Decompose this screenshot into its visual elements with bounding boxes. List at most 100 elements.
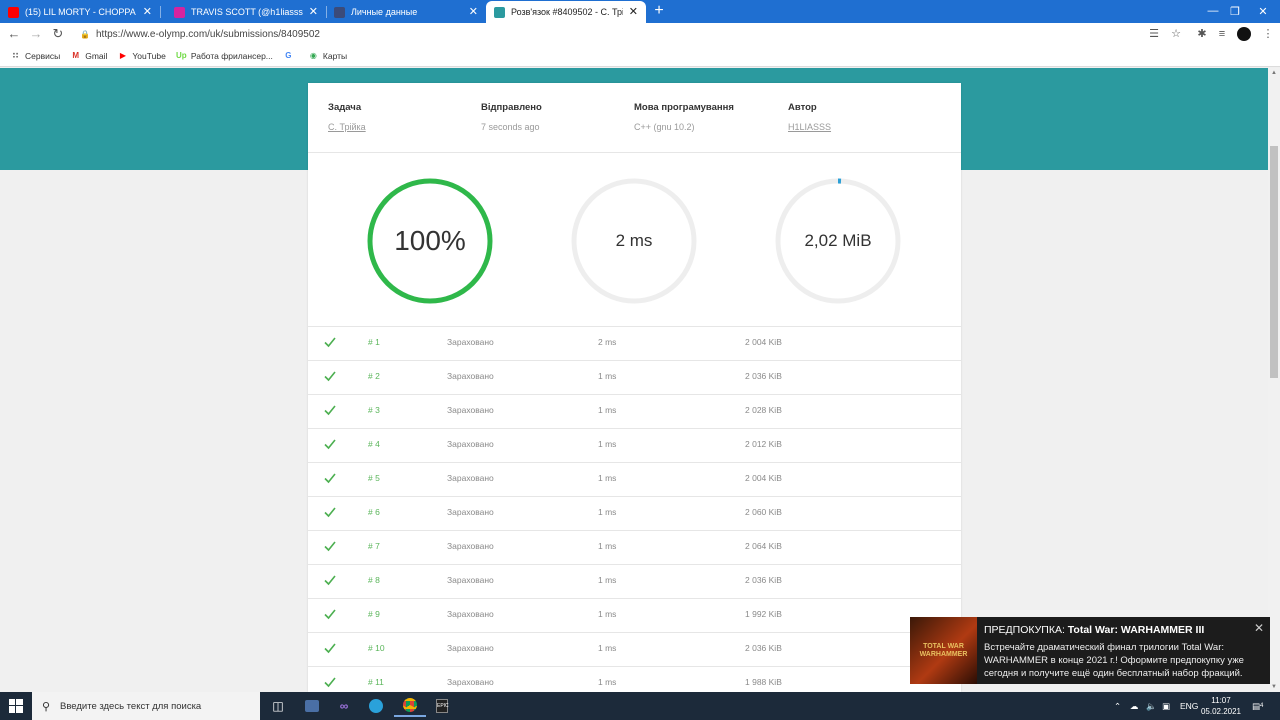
game-art-text: TOTAL WAR WARHAMMER xyxy=(919,642,968,658)
meta-sent-header: Відправлено xyxy=(481,102,542,113)
language-indicator[interactable]: ENG xyxy=(1180,692,1198,720)
test-time: 1 ms xyxy=(598,609,617,619)
test-number[interactable]: # 10 xyxy=(368,643,408,653)
meta-problem: Задача С. Трійка xyxy=(328,102,366,132)
test-number[interactable]: # 8 xyxy=(368,575,408,585)
game-art-image: TOTAL WAR WARHAMMER xyxy=(910,617,977,684)
test-memory: 2 012 KiB xyxy=(745,439,782,449)
extensions-icon[interactable]: ✱ xyxy=(1194,26,1210,42)
test-row: # 6 Зараховано 1 ms 2 060 KiB xyxy=(308,497,961,531)
bookmark-item[interactable]: Up Работа фрилансер... xyxy=(176,50,273,61)
test-status: Зараховано xyxy=(447,575,494,585)
test-status: Зараховано xyxy=(447,473,494,483)
scroll-up-icon[interactable]: ▲ xyxy=(1268,68,1280,78)
test-memory: 2 064 KiB xyxy=(745,541,782,551)
test-row: # 10 Зараховано 1 ms 2 036 KiB xyxy=(308,633,961,667)
maps-icon: ◉ xyxy=(309,51,317,60)
profile-avatar[interactable] xyxy=(1237,27,1251,41)
cloud-icon[interactable]: ☁ xyxy=(1130,692,1139,720)
test-number[interactable]: # 6 xyxy=(368,507,408,517)
language-value: C++ (gnu 10.2) xyxy=(634,122,695,132)
taskbar-search[interactable]: ⚲ Введите здесь текст для поиска xyxy=(32,692,260,720)
check-icon xyxy=(324,337,336,348)
task-view-icon[interactable]: ◫ xyxy=(262,695,294,717)
bookmark-item[interactable]: ∷ Сервисы xyxy=(10,50,61,61)
test-row: # 3 Зараховано 1 ms 2 028 KiB xyxy=(308,395,961,429)
test-number[interactable]: # 5 xyxy=(368,473,408,483)
test-number[interactable]: # 4 xyxy=(368,439,408,449)
chrome-taskbar-icon[interactable] xyxy=(394,695,426,717)
menu-dots-icon[interactable]: ⋮ xyxy=(1260,26,1276,42)
test-time: 1 ms xyxy=(598,439,617,449)
test-row: # 4 Зараховано 1 ms 2 012 KiB xyxy=(308,429,961,463)
volume-icon[interactable]: 🔈 xyxy=(1146,692,1157,720)
test-number[interactable]: # 7 xyxy=(368,541,408,551)
tab-close-icon[interactable]: ✕ xyxy=(469,6,478,18)
tab-close-icon[interactable]: ✕ xyxy=(143,6,152,18)
check-icon xyxy=(324,405,336,416)
translate-icon[interactable]: ☰ xyxy=(1146,26,1162,42)
test-status: Зараховано xyxy=(447,439,494,449)
forward-icon[interactable]: → xyxy=(28,26,44,42)
check-icon xyxy=(324,575,336,586)
notification-title: ПРЕДПОКУПКА: Total War: WARHAMMER III xyxy=(984,624,1204,636)
youtube-icon: ▶ xyxy=(119,51,126,60)
windows-start-icon[interactable] xyxy=(0,692,32,720)
close-window-button[interactable]: ✕ xyxy=(1246,0,1280,22)
browser-tab[interactable]: Розв'язок #8409502 - С. Трійка ✕ xyxy=(486,1,646,23)
test-memory: 1 992 KiB xyxy=(745,609,782,619)
test-number[interactable]: # 3 xyxy=(368,405,408,415)
test-number[interactable]: # 11 xyxy=(368,677,408,687)
test-row: # 9 Зараховано 1 ms 1 992 KiB xyxy=(308,599,961,633)
new-tab-button[interactable]: + xyxy=(650,2,668,20)
telegram-icon[interactable] xyxy=(360,695,392,717)
toast-notification[interactable]: TOTAL WAR WARHAMMER ПРЕДПОКУПКА: Total W… xyxy=(910,617,1270,684)
browser-tab[interactable]: Личные данные ✕ xyxy=(326,1,486,23)
bookmark-label: Карты xyxy=(322,50,348,61)
apps-grid-icon: ∷ xyxy=(12,51,19,60)
test-memory: 2 004 KiB xyxy=(745,473,782,483)
check-icon xyxy=(324,541,336,552)
network-icon[interactable]: ▣ xyxy=(1162,692,1170,720)
score-gauge: 100% xyxy=(365,176,495,306)
test-number[interactable]: # 1 xyxy=(368,337,408,347)
visual-studio-icon[interactable]: ∞ xyxy=(328,695,360,717)
bookmark-star-icon[interactable]: ☆ xyxy=(1168,26,1184,42)
test-status: Зараховано xyxy=(447,643,494,653)
page-scrollbar[interactable]: ▲ ▼ xyxy=(1268,68,1280,692)
taskbar-clock[interactable]: 11:07 05.02.2021 xyxy=(1198,695,1244,717)
epic-games-icon[interactable]: EPIC xyxy=(426,695,458,717)
test-time: 1 ms xyxy=(598,473,617,483)
bookmark-item[interactable]: ▶ YouTube xyxy=(117,50,166,61)
time-value: 2 ms xyxy=(615,231,653,250)
tab-favicon-icon xyxy=(174,6,185,18)
tab-close-icon[interactable]: ✕ xyxy=(629,6,638,18)
mail-app-icon[interactable] xyxy=(296,695,328,717)
problem-link[interactable]: С. Трійка xyxy=(328,122,366,132)
back-icon[interactable]: ← xyxy=(6,26,22,42)
test-number[interactable]: # 2 xyxy=(368,371,408,381)
reload-icon[interactable]: ↻ xyxy=(50,26,66,42)
tray-chevron-icon[interactable]: ⌃ xyxy=(1114,692,1121,720)
test-status: Зараховано xyxy=(447,541,494,551)
check-icon xyxy=(324,609,336,620)
bookmark-item[interactable]: ◉ Карты xyxy=(308,50,347,61)
scroll-thumb[interactable] xyxy=(1270,146,1278,378)
bookmark-item[interactable]: M Gmail xyxy=(70,50,107,61)
test-time: 1 ms xyxy=(598,575,617,585)
tab-close-icon[interactable]: ✕ xyxy=(309,6,318,18)
browser-tab[interactable]: TRAVIS SCOTT (@h1liasss) • Фото ✕ xyxy=(166,1,326,23)
close-icon[interactable]: ✕ xyxy=(1254,621,1264,635)
time-gauge: 2 ms xyxy=(569,176,699,306)
reading-list-icon[interactable]: ≡ xyxy=(1214,26,1230,42)
browser-tab[interactable]: (15) LIL MORTY - CHOPPA CI ✕ xyxy=(0,1,160,23)
bookmark-label: Сервисы xyxy=(25,50,61,61)
url-field[interactable]: 🔒 https://www.e-olymp.com/uk/submissions… xyxy=(80,26,1160,43)
action-center-icon[interactable]: ▤ 4 xyxy=(1252,692,1263,720)
author-link[interactable]: H1LIASSS xyxy=(788,122,831,132)
test-number[interactable]: # 9 xyxy=(368,609,408,619)
gmail-icon: M xyxy=(72,51,80,60)
bookmark-label: Работа фрилансер... xyxy=(190,50,273,61)
bookmark-item[interactable]: G xyxy=(283,50,298,61)
test-row: # 5 Зараховано 1 ms 2 004 KiB xyxy=(308,463,961,497)
